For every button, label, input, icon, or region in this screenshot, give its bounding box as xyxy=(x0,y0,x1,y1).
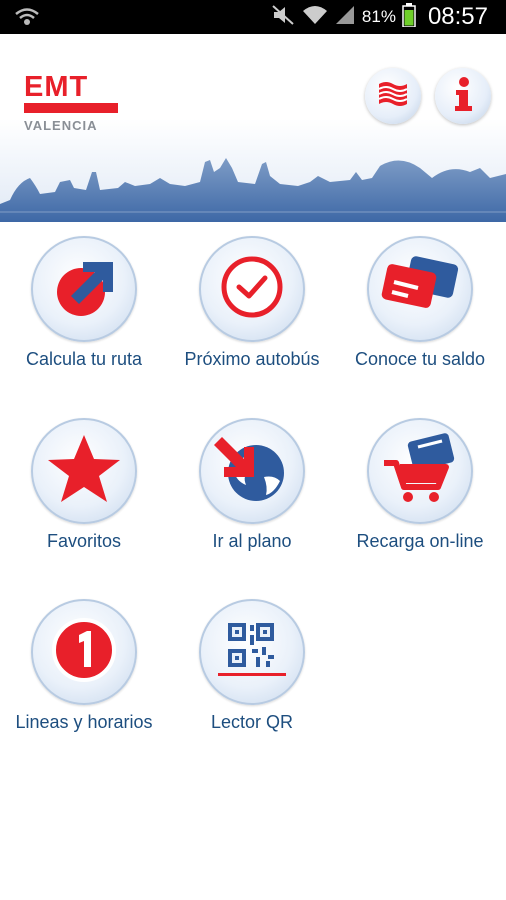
mute-icon xyxy=(270,4,296,31)
calcula-ruta-label: Calcula tu ruta xyxy=(25,349,143,369)
app-header: EMT VALENCIA xyxy=(0,34,506,222)
clock: 08:57 xyxy=(427,3,488,30)
recarga-online-button[interactable] xyxy=(367,418,473,524)
emt-logo: EMT VALENCIA xyxy=(24,71,118,133)
conoce-saldo-button[interactable] xyxy=(367,236,473,342)
menu-item-recarga-online[interactable]: Recarga on-line xyxy=(336,418,504,552)
proximo-autobus-label: Próximo autobús xyxy=(184,349,320,369)
status-bar: 81% 08:57 xyxy=(0,0,506,34)
menu-item-lector-qr[interactable]: Lector QR xyxy=(168,599,336,733)
menu-item-proximo-autobus[interactable]: Próximo autobús xyxy=(168,236,336,370)
star-icon xyxy=(45,431,123,512)
logo-subtitle: VALENCIA xyxy=(24,118,98,133)
signal-icon xyxy=(334,4,356,31)
recarga-online-label: Recarga on-line xyxy=(356,531,484,551)
logo-name: EMT xyxy=(24,71,89,103)
menu-item-lineas-horarios[interactable]: Lineas y horarios xyxy=(0,599,168,733)
globe-arrow-icon xyxy=(214,431,290,512)
info-button[interactable] xyxy=(435,68,491,124)
menu-item-ir-plano[interactable]: Ir al plano xyxy=(168,418,336,552)
menu-item-favoritos[interactable]: Favoritos xyxy=(0,418,168,552)
route-arrow-icon xyxy=(49,252,119,327)
battery-percent: 81% xyxy=(361,7,396,26)
cart-card-icon xyxy=(380,431,460,512)
favoritos-button[interactable] xyxy=(31,418,137,524)
lineas-horarios-button[interactable] xyxy=(31,599,137,705)
lineas-horarios-label: Lineas y horarios xyxy=(15,712,153,732)
favoritos-label: Favoritos xyxy=(46,531,122,551)
city-skyline-image xyxy=(0,158,506,222)
logo-bar xyxy=(24,103,118,113)
wifi-icon xyxy=(302,4,328,31)
lector-qr-button[interactable] xyxy=(199,599,305,705)
clock-icon xyxy=(217,252,287,327)
ir-plano-button[interactable] xyxy=(199,418,305,524)
wifi-hotspot-icon xyxy=(14,6,40,33)
menu-item-calcula-ruta[interactable]: Calcula tu ruta xyxy=(0,236,168,370)
conoce-saldo-label: Conoce tu saldo xyxy=(354,349,486,369)
menu-item-conoce-saldo[interactable]: Conoce tu saldo xyxy=(336,236,504,370)
calcula-ruta-button[interactable] xyxy=(31,236,137,342)
lector-qr-label: Lector QR xyxy=(210,712,294,732)
battery-icon xyxy=(402,2,416,32)
qr-icon xyxy=(216,619,288,686)
info-icon xyxy=(452,76,474,117)
language-button[interactable] xyxy=(365,68,421,124)
cards-icon xyxy=(378,252,462,327)
ir-plano-label: Ir al plano xyxy=(212,531,292,551)
line-one-icon xyxy=(49,615,119,690)
flag-icon xyxy=(376,80,410,113)
proximo-autobus-button[interactable] xyxy=(199,236,305,342)
